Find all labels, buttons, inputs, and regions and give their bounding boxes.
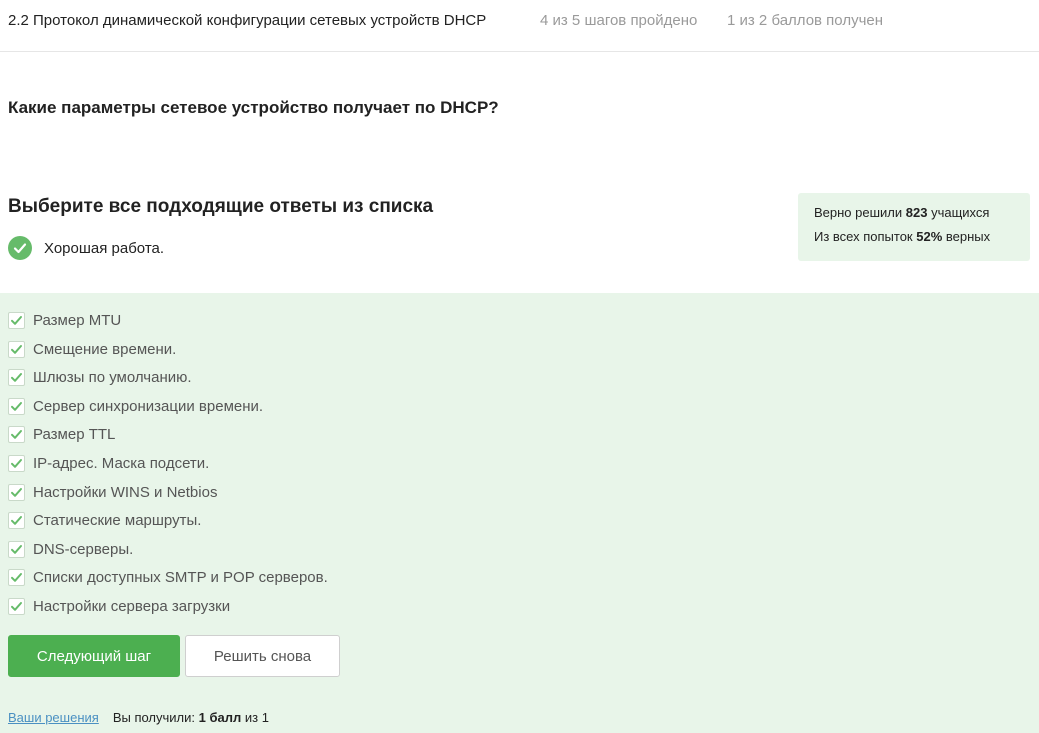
checkbox-checked-icon[interactable]	[8, 397, 25, 415]
solved-prefix: Верно решили	[814, 205, 906, 220]
option-item[interactable]: Настройки WINS и Netbios	[8, 482, 217, 502]
checkbox-checked-icon[interactable]	[8, 425, 25, 443]
option-label: Списки доступных SMTP и POP серверов.	[33, 568, 328, 586]
checkbox-checked-icon[interactable]	[8, 454, 25, 472]
option-label: Шлюзы по умолчанию.	[33, 368, 192, 386]
result-points: 1 балл	[198, 710, 242, 725]
result-summary: Вы получили: 1 балл из 1	[113, 710, 269, 725]
option-item[interactable]: Размер MTU	[8, 310, 121, 330]
answers-panel: Размер MTU Смещение времени. Шлюзы по ум…	[0, 293, 1039, 733]
submission-footer: Ваши решения Вы получили: 1 балл из 1	[8, 710, 269, 725]
solved-count: 823	[905, 205, 928, 220]
checkbox-checked-icon[interactable]	[8, 340, 25, 358]
option-item[interactable]: Смещение времени.	[8, 339, 176, 359]
next-step-button[interactable]: Следующий шаг	[8, 635, 180, 677]
attempts-prefix: Из всех попыток	[814, 229, 917, 244]
option-label: DNS-серверы.	[33, 540, 134, 558]
attempts-line: Из всех попыток 52% верных	[814, 229, 1030, 253]
option-item[interactable]: Сервер синхронизации времени.	[8, 396, 263, 416]
checkbox-checked-icon[interactable]	[8, 311, 25, 329]
option-label: Статические маршруты.	[33, 511, 202, 529]
check-circle-icon	[8, 236, 32, 260]
option-item[interactable]: DNS-серверы.	[8, 539, 133, 559]
option-label: Настройки WINS и Netbios	[33, 483, 218, 501]
option-label: Размер MTU	[33, 311, 122, 329]
attempts-suffix: верных	[942, 229, 991, 244]
checkbox-checked-icon[interactable]	[8, 511, 25, 529]
question-text: Какие параметры сетевое устройство получ…	[8, 98, 499, 117]
feedback-text: Хорошая работа.	[44, 239, 165, 257]
option-item[interactable]: Настройки сервера загрузки	[8, 596, 230, 616]
result-suffix: из 1	[241, 710, 269, 725]
checkbox-checked-icon[interactable]	[8, 368, 25, 386]
checkbox-checked-icon[interactable]	[8, 568, 25, 586]
solved-suffix: учащихся	[927, 205, 990, 220]
checkbox-checked-icon[interactable]	[8, 483, 25, 501]
result-prefix: Вы получили:	[112, 710, 199, 725]
retry-button[interactable]: Решить снова	[185, 635, 340, 677]
option-item[interactable]: IP-адрес. Маска подсети.	[8, 453, 209, 473]
option-label: Настройки сервера загрузки	[33, 597, 231, 615]
option-item[interactable]: Шлюзы по умолчанию.	[8, 367, 192, 387]
option-item[interactable]: Статические маршруты.	[8, 510, 201, 530]
your-solutions-link[interactable]: Ваши решения	[8, 710, 99, 725]
option-item[interactable]: Размер TTL	[8, 424, 115, 444]
score-progress: 1 из 2 баллов получен	[727, 12, 884, 29]
checkbox-checked-icon[interactable]	[8, 597, 25, 615]
option-label: Смещение времени.	[33, 340, 177, 358]
checkbox-checked-icon[interactable]	[8, 540, 25, 558]
option-label: Размер TTL	[33, 425, 116, 443]
option-label: IP-адрес. Маска подсети.	[33, 454, 210, 472]
lesson-title[interactable]: 2.2 Протокол динамической конфигурации с…	[8, 12, 486, 29]
lesson-header: 2.2 Протокол динамической конфигурации с…	[0, 0, 1039, 52]
solve-stats: Верно решили 823 учащихся Из всех попыто…	[798, 193, 1030, 261]
feedback-message: Хорошая работа.	[8, 236, 164, 260]
instruction-heading: Выберите все подходящие ответы из списка	[8, 196, 434, 217]
attempts-percent: 52%	[916, 229, 943, 244]
option-item[interactable]: Списки доступных SMTP и POP серверов.	[8, 567, 328, 587]
solved-count-line: Верно решили 823 учащихся	[814, 205, 1030, 229]
step-progress: 4 из 5 шагов пройдено	[540, 12, 698, 29]
option-label: Сервер синхронизации времени.	[33, 397, 264, 415]
